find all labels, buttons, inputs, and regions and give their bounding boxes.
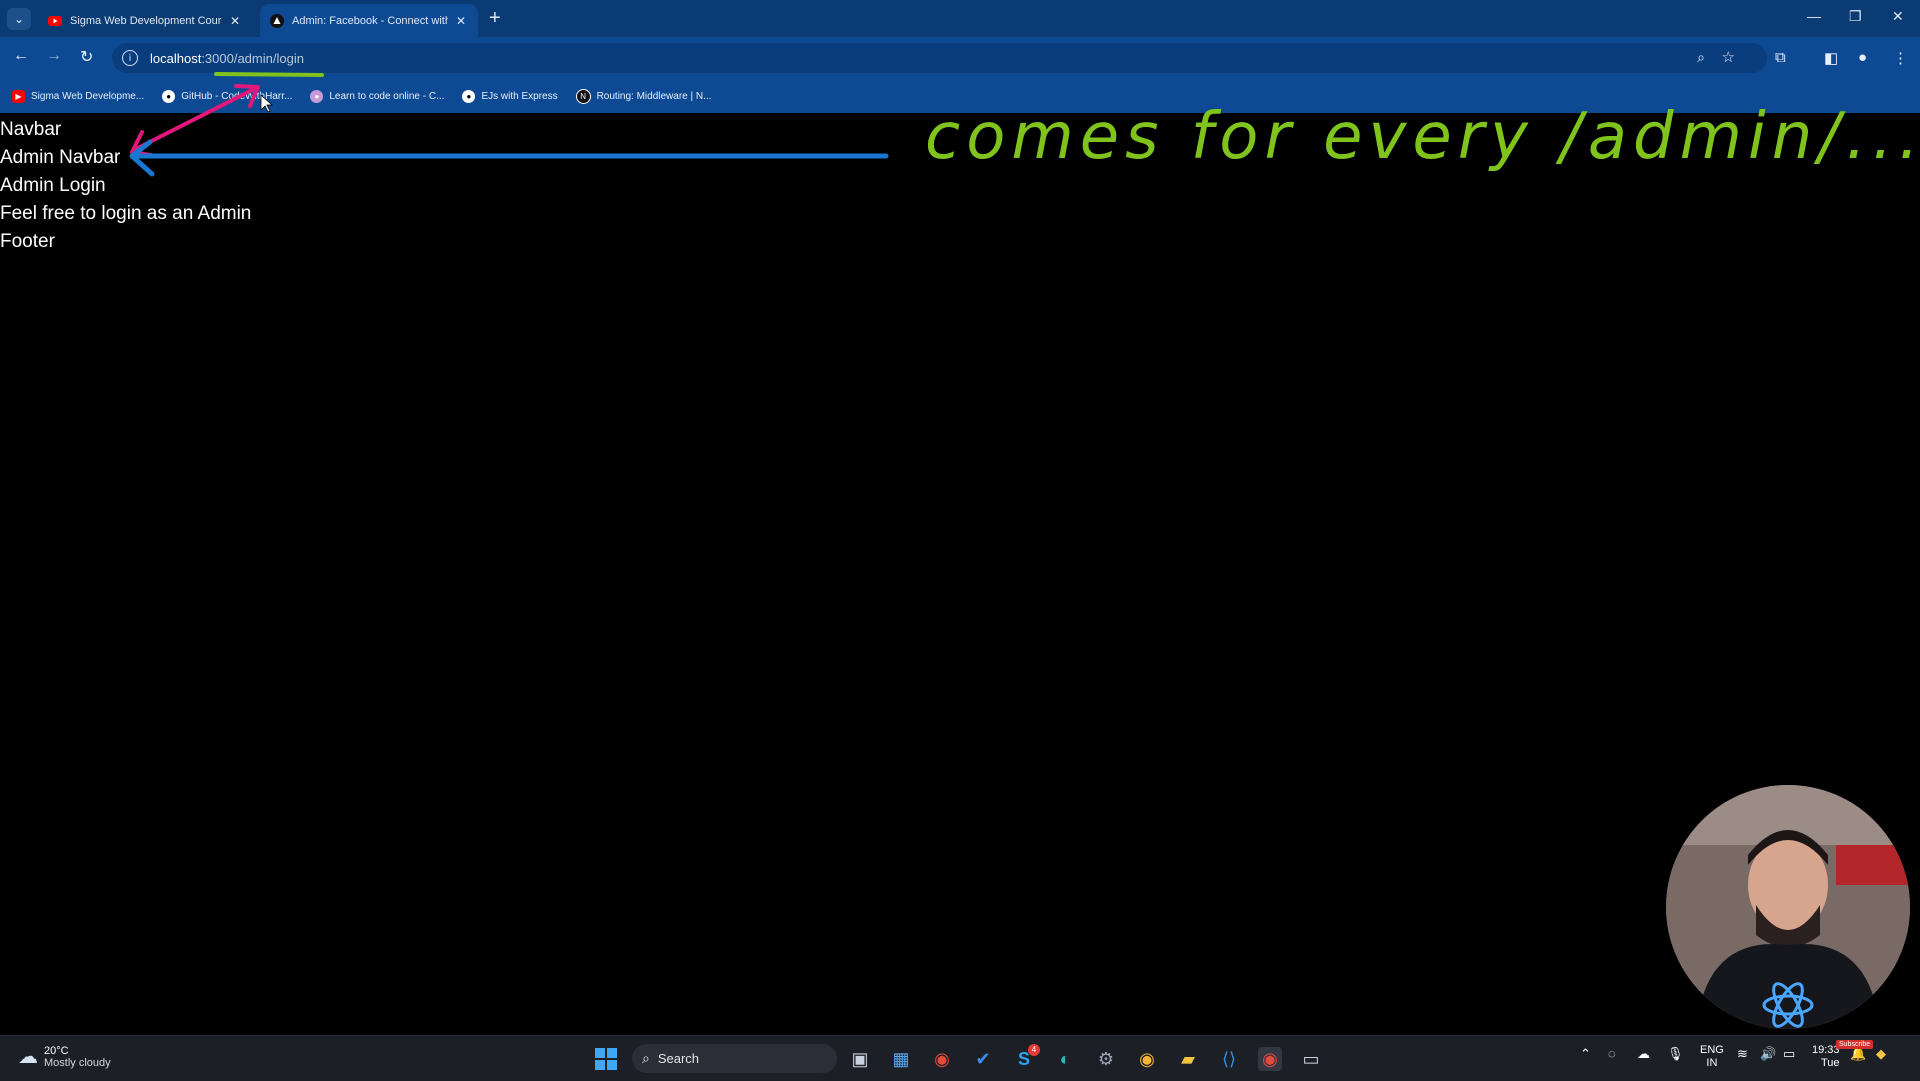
site-info-icon[interactable]: i [122,50,138,66]
tab-strip: ⌄ Sigma Web Development Course - W ✕ Adm… [0,0,1920,37]
youtube-icon: ▶ [12,89,25,103]
footer-text: Footer [0,231,55,252]
security-icon[interactable]: ◌ [1608,1046,1616,1061]
cloud-icon: ☁ [18,1046,38,1068]
github-icon: ● [162,89,176,103]
microphone-icon[interactable]: 🎙 [1667,1046,1684,1062]
todo-check-icon[interactable]: ✔ [971,1047,995,1071]
calendar-app-icon[interactable]: ▦ [889,1047,913,1071]
extensions-icon[interactable]: ⧉ [1775,49,1786,66]
language-code: ENG [1700,1044,1724,1056]
address-bar[interactable]: i localhost:3000/admin/login ⌕ ☆ [112,43,1767,73]
chevron-down-icon: ⌄ [13,12,25,26]
handwritten-annotation: comes for every /admin/... [925,100,1920,174]
nextjs-icon: N [575,88,591,104]
bookmark-item[interactable]: ● EJs with Express [462,89,558,103]
copilot-icon[interactable]: ◆ [1876,1046,1886,1062]
navbar-text: Navbar [0,119,62,140]
login-message: Feel free to login as an Admin [0,203,252,224]
weather-widget[interactable]: ☁ 20°C Mostly cloudy [18,1044,111,1069]
tab-admin-facebook[interactable]: Admin: Facebook - Connect with frien ✕ [260,4,478,37]
clock-day: Tue [1820,1057,1840,1069]
chrome-profile-icon[interactable]: ◉ [1135,1047,1159,1071]
url-host: localhost [150,50,202,66]
chrome-active-icon[interactable]: ◉ [1258,1047,1282,1071]
forward-arrow-icon[interactable]: → [46,47,62,65]
settings-gear-icon[interactable]: ⚙ [1094,1047,1118,1071]
chrome-icon[interactable]: ◉ [930,1047,954,1071]
bookmark-label: EJs with Express [481,90,558,102]
window-close-icon[interactable]: ✕ [1892,8,1904,25]
volume-icon[interactable]: 🔊 [1760,1046,1776,1062]
search-label: Search [657,1051,700,1066]
bookmark-item[interactable]: ● GitHub - CodeWithHarr... [162,89,293,103]
file-explorer-icon[interactable]: ▰ [1176,1047,1200,1071]
url-text[interactable]: localhost:3000/admin/login [150,51,304,66]
weather-temp: 20°C [44,1044,69,1057]
presenter-video [1666,785,1910,1029]
bookmark-item[interactable]: ▶ Sigma Web Developme... [12,89,145,103]
profile-icon[interactable]: ● [1858,49,1867,66]
onedrive-cloud-icon[interactable]: ☁ [1637,1046,1650,1062]
search-icon: ⌕ [642,1050,650,1066]
bookmark-star-icon[interactable]: ☆ [1722,48,1735,66]
chevron-up-icon[interactable]: ⌃ [1580,1046,1591,1062]
bookmark-label: Learn to code online - C... [329,90,445,102]
menu-dots-icon[interactable]: ⋮ [1893,49,1908,67]
notification-badge: 4 [1028,1044,1040,1056]
triangle-logo-icon [270,13,284,28]
youtube-icon [48,14,62,28]
new-tab-button[interactable]: + [489,8,501,28]
page-content: Navbar Admin Navbar Admin Login Feel fre… [0,116,251,256]
bookmark-item[interactable]: N Routing: Middleware | N... [575,88,712,104]
webcam-overlay [1666,785,1910,1029]
region-code: IN [1706,1057,1718,1069]
minimize-icon[interactable]: — [1807,8,1821,24]
restore-icon[interactable]: ❐ [1849,8,1862,25]
task-view-icon[interactable]: ▣ [848,1047,872,1071]
admin-login-heading: Admin Login [0,175,106,196]
tab-title: Admin: Facebook - Connect with frien [292,14,448,27]
bookmark-label: Sigma Web Developme... [31,90,145,102]
close-icon[interactable]: ✕ [228,14,242,28]
zoom-icon[interactable]: ⌕ [1697,49,1705,66]
vscode-icon[interactable]: ⟨⟩ [1217,1047,1241,1071]
language-indicator[interactable]: ENG IN [1700,1044,1724,1070]
bookmark-item[interactable]: ● Learn to code online - C... [310,89,445,103]
bookmark-label: GitHub - CodeWithHarr... [181,90,293,102]
battery-icon[interactable]: ▭ [1783,1046,1795,1062]
github-icon: ● [462,89,476,103]
side-panel-icon[interactable]: ◧ [1824,49,1838,67]
tab-sigma-course[interactable]: Sigma Web Development Course - W ✕ [38,4,252,37]
subscribe-badge: Subscribe [1836,1040,1874,1049]
close-icon[interactable]: ✕ [454,14,468,28]
taskbar-search[interactable]: ⌕ Search [632,1044,837,1073]
browser-toolbar: ← → ↻ i localhost:3000/admin/login ⌕ ☆ ⧉… [0,37,1920,79]
bookmark-label: Routing: Middleware | N... [596,90,712,102]
terminal-icon[interactable]: ▭ [1299,1047,1323,1071]
edge-icon[interactable]: ◐ [1053,1047,1077,1071]
weather-condition: Mostly cloudy [44,1056,111,1069]
wifi-icon[interactable]: ≋ [1737,1046,1748,1062]
windows-start-icon[interactable] [594,1047,618,1071]
reload-icon[interactable]: ↻ [80,47,93,67]
tab-search-button[interactable]: ⌄ [7,8,31,30]
url-path: :3000/admin/login [201,50,304,66]
tab-title: Sigma Web Development Course - W [70,14,222,27]
codecademy-icon: ● [310,89,324,103]
windows-taskbar: ☁ 20°C Mostly cloudy ⌕ Search ▣ ▦ ◉ ✔ S … [0,1035,1920,1081]
admin-navbar-text: Admin Navbar [0,147,121,168]
back-arrow-icon[interactable]: ← [13,47,29,65]
